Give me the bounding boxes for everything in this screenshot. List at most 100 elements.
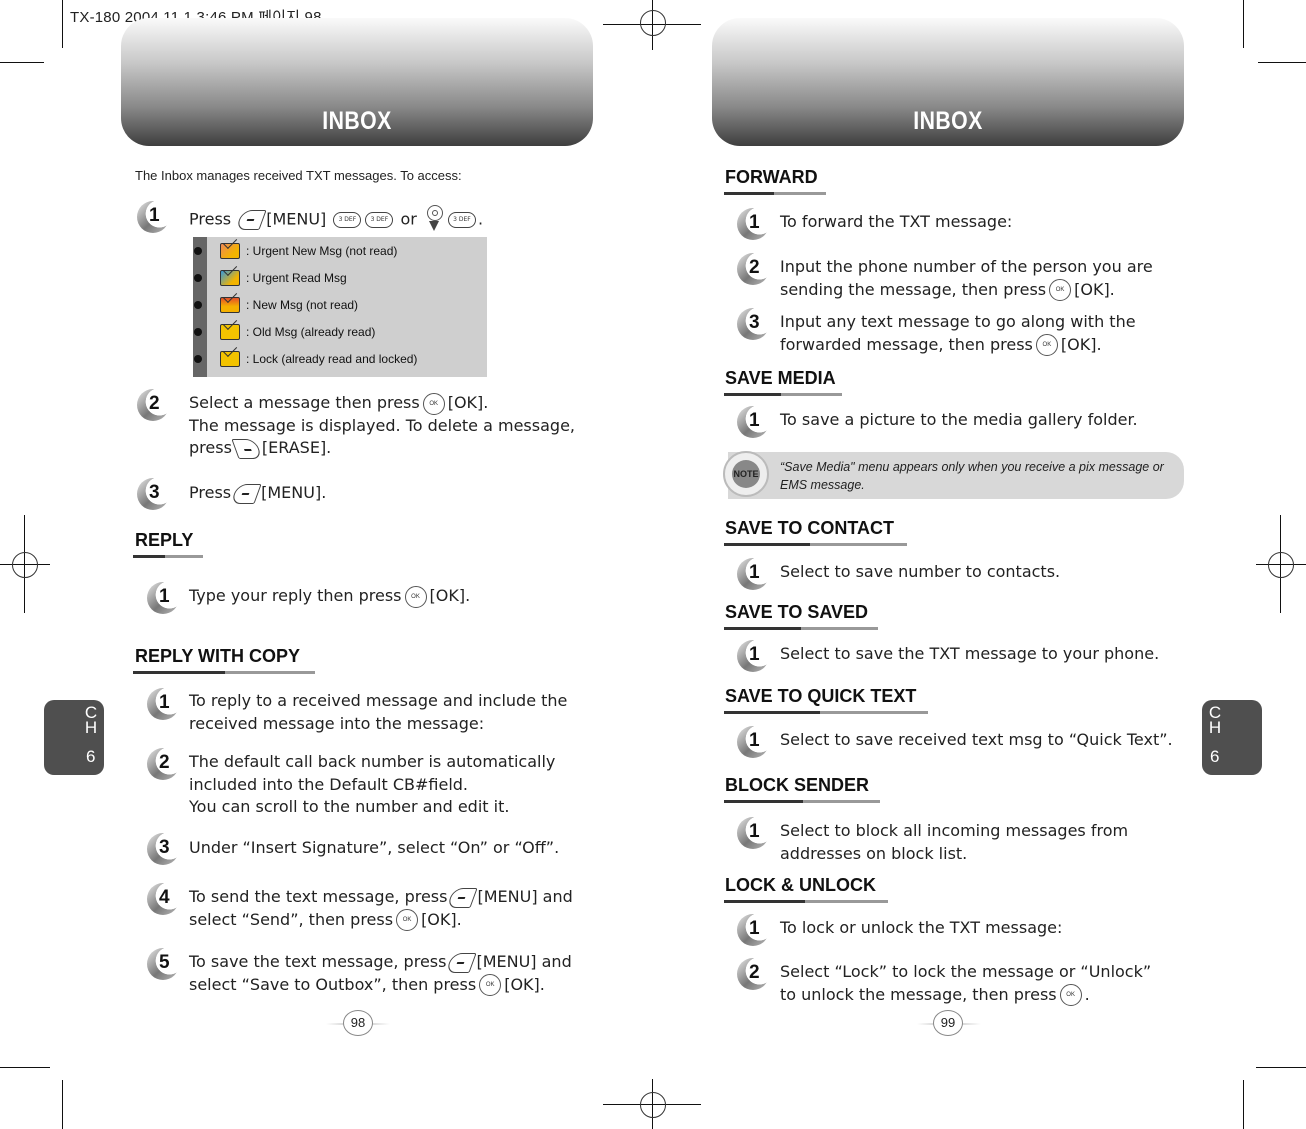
step-number-badge: 5 xyxy=(147,948,179,980)
section-title-save-to-quick-text: SAVE TO QUICK TEXT xyxy=(725,686,917,706)
chapter-tab-right: CH 6 xyxy=(1202,700,1262,775)
left-soft-key-icon xyxy=(446,887,479,908)
section-underline xyxy=(133,671,315,674)
step-number-badge: 2 xyxy=(137,389,169,421)
lock-step-1: To lock or unlock the TXT message: xyxy=(780,918,1063,937)
section-title-save-to-contact: SAVE TO CONTACT xyxy=(725,518,895,538)
save-saved-step-1: Select to save the TXT message to your p… xyxy=(780,644,1160,663)
registration-mark xyxy=(640,10,666,36)
step-number-badge: 2 xyxy=(737,253,769,285)
step-number-badge: 3 xyxy=(737,308,769,340)
section-title-reply-with-copy: REPLY WITH COPY xyxy=(135,646,301,666)
step-number-badge: 4 xyxy=(147,883,179,915)
crop-mark xyxy=(62,0,63,48)
step-number-badge: 3 xyxy=(147,833,179,865)
reply-step-1: Type your reply then press OK [OK]. xyxy=(189,585,470,608)
section-underline xyxy=(724,543,907,546)
registration-mark xyxy=(1268,552,1294,578)
step-number-badge: 1 xyxy=(737,914,769,946)
step-number-badge: 3 xyxy=(137,478,169,510)
step-number-badge: 2 xyxy=(147,748,179,780)
section-underline xyxy=(133,555,203,558)
step-number-badge: 1 xyxy=(737,640,769,672)
key-3-icon: 3 DEF xyxy=(333,212,362,228)
access-step-1: Press [MENU] 3 DEF 3 DEF or 3 DEF. xyxy=(189,205,483,235)
access-step-2: Select a message then press OK [OK]. The m… xyxy=(189,392,575,459)
save-quick-text-step-1: Select to save received text msg to “Qui… xyxy=(780,730,1173,749)
message-icon-legend: : Urgent New Msg (not read) : Urgent Rea… xyxy=(193,237,487,377)
registration-mark xyxy=(12,552,38,578)
page-banner-left: INBOX xyxy=(121,18,593,146)
intro-text: The Inbox manages received TXT messages.… xyxy=(135,168,462,183)
step-number-badge: 2 xyxy=(737,958,769,990)
section-underline xyxy=(724,627,878,630)
crop-mark xyxy=(1256,1067,1306,1068)
left-soft-key-icon xyxy=(230,483,262,504)
urgent-read-msg-icon xyxy=(220,270,240,286)
right-soft-key-icon xyxy=(231,438,263,459)
step-number-badge: 1 xyxy=(737,406,769,438)
section-underline xyxy=(724,900,888,903)
section-title-forward: FORWARD xyxy=(725,167,818,187)
save-contact-step-1: Select to save number to contacts. xyxy=(780,562,1061,581)
forward-step-2: Input the phone number of the person you… xyxy=(780,256,1153,301)
crop-mark xyxy=(1243,1080,1244,1129)
section-title-save-to-saved: SAVE TO SAVED xyxy=(725,602,869,622)
page-banner-right: INBOX xyxy=(712,18,1184,146)
section-underline xyxy=(724,192,826,195)
reply-copy-step-2: The default call back number is automati… xyxy=(189,752,556,816)
key-3-icon: 3 DEF xyxy=(365,212,394,228)
section-title-save-media: SAVE MEDIA xyxy=(725,368,836,388)
lock-step-2: Select “Lock” to lock the message or “Un… xyxy=(780,961,1151,1006)
step-number-badge: 1 xyxy=(737,208,769,240)
ok-key-icon: OK xyxy=(422,392,445,415)
forward-step-1: To forward the TXT message: xyxy=(780,212,1013,231)
urgent-new-msg-icon xyxy=(220,243,240,259)
section-title-block-sender: BLOCK SENDER xyxy=(725,775,870,795)
ok-key-icon: OK xyxy=(1035,334,1058,356)
reply-copy-step-1: To reply to a received message and inclu… xyxy=(189,691,568,733)
crop-mark xyxy=(1258,62,1306,63)
locked-msg-icon xyxy=(220,351,240,367)
left-soft-key-icon xyxy=(445,952,478,973)
step-number-badge: 1 xyxy=(137,201,169,233)
block-sender-step-1: Select to block all incoming messages fr… xyxy=(780,821,1129,863)
section-underline xyxy=(724,393,842,396)
step-number-badge: 1 xyxy=(737,558,769,590)
section-underline xyxy=(724,711,928,714)
page-number: 99 xyxy=(933,1010,963,1036)
ok-key-icon: OK xyxy=(396,909,419,931)
ok-key-icon: OK xyxy=(479,974,502,996)
step-number-badge: 1 xyxy=(147,582,179,614)
section-title-lock-unlock: LOCK & UNLOCK xyxy=(725,875,876,895)
crop-mark xyxy=(1243,0,1244,48)
new-msg-icon xyxy=(220,297,240,313)
save-media-step-1: To save a picture to the media gallery f… xyxy=(780,410,1138,429)
crop-mark xyxy=(0,1067,50,1068)
section-underline xyxy=(724,800,880,803)
page-number: 98 xyxy=(343,1010,373,1036)
reply-copy-step-4: To send the text message, press [MENU] an… xyxy=(189,886,573,931)
ok-key-icon: OK xyxy=(404,585,427,608)
crop-mark xyxy=(62,1080,63,1129)
key-3-icon: 3 DEF xyxy=(447,212,476,228)
old-msg-icon xyxy=(220,324,240,340)
crop-mark xyxy=(0,62,44,63)
ok-key-icon: OK xyxy=(1049,279,1072,301)
step-number-badge: 1 xyxy=(737,726,769,758)
step-number-badge: 1 xyxy=(737,817,769,849)
banner-title: INBOX xyxy=(322,107,392,135)
note-icon: NOTE xyxy=(723,451,769,497)
note-text: “Save Media" menu appears only when you … xyxy=(780,460,1164,492)
section-title-reply: REPLY xyxy=(135,530,194,550)
nav-key-down-icon xyxy=(424,205,444,235)
step-number-badge: 1 xyxy=(147,688,179,720)
access-step-3: Press [MENU]. xyxy=(189,483,327,504)
forward-step-3: Input any text message to go along with … xyxy=(780,311,1136,356)
registration-mark xyxy=(640,1092,666,1118)
reply-copy-step-3: Under “Insert Signature”, select “On” or… xyxy=(189,838,560,857)
ok-key-icon: OK xyxy=(1059,984,1082,1006)
left-soft-key-icon xyxy=(235,210,267,230)
reply-copy-step-5: To save the text message, press [MENU] an… xyxy=(189,951,572,996)
chapter-tab-left: CH 6 xyxy=(44,700,104,775)
